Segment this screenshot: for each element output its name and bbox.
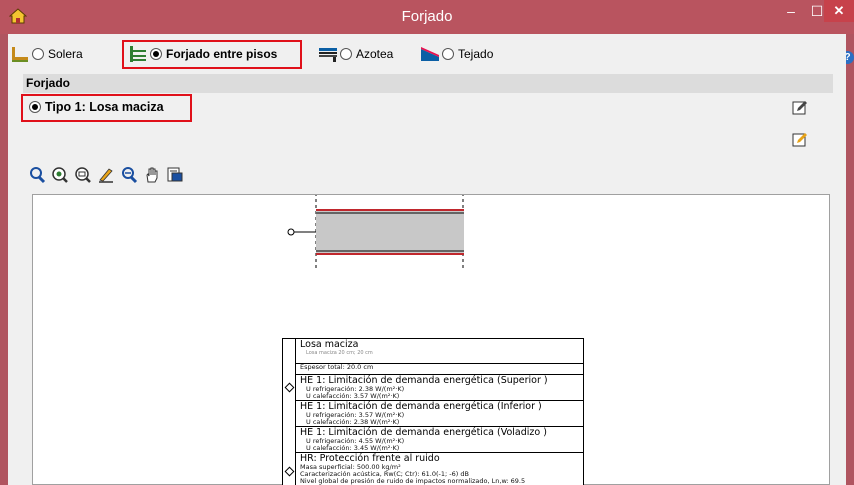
radio-solera[interactable] xyxy=(32,48,44,60)
pan-zoom-icon[interactable] xyxy=(120,166,138,184)
legend-subtitle: Losa maciza 20 cm; 20 cm xyxy=(306,350,373,356)
option-azotea[interactable]: Azotea xyxy=(318,44,393,64)
slab-node-marker xyxy=(287,228,295,236)
title-bar[interactable]: Forjado – ☐ ✕ xyxy=(0,0,854,34)
slab-legend-table: Losa maciza Losa maciza 20 cm; 20 cm Esp… xyxy=(282,338,584,485)
section-title: Forjado xyxy=(23,74,833,93)
radio-azotea[interactable] xyxy=(340,48,352,60)
option-tejado-label: Tejado xyxy=(458,47,494,61)
hand-pan-icon[interactable] xyxy=(143,166,161,184)
highlight-box-tipo xyxy=(21,94,192,122)
option-solera-label: Solera xyxy=(48,47,83,61)
window: Forjado – ☐ ✕ ? Solera Forjado entre pis… xyxy=(0,0,854,485)
legend-espesor: Espesor total: 20.0 cm xyxy=(300,364,374,371)
preview-canvas[interactable]: Losa maciza Losa maciza 20 cm; 20 cm Esp… xyxy=(32,194,830,485)
slab-body xyxy=(316,210,464,254)
pencil-edit-icon[interactable] xyxy=(792,100,808,116)
zoom-window-icon[interactable] xyxy=(74,166,92,184)
legend-line: U calefacción: 3.57 W/(m²·K) xyxy=(306,392,400,400)
measure-icon[interactable] xyxy=(97,166,115,184)
dialog-body: Solera Forjado entre pisos Azotea Tejado… xyxy=(8,34,846,485)
legend-line: Nivel global de presión de ruido de impa… xyxy=(300,477,526,485)
zoom-icon[interactable] xyxy=(28,166,46,184)
legend-section: HE 1: Limitación de demanda energética (… xyxy=(296,375,583,401)
legend-gutter xyxy=(283,339,296,485)
legend-section: HR: Protección frente al ruido Masa supe… xyxy=(296,453,583,485)
ground-slab-icon xyxy=(12,47,28,62)
legend-espesor-row: Espesor total: 20.0 cm xyxy=(296,364,583,375)
view-toolbar xyxy=(28,164,184,186)
legend-title-row: Losa maciza Losa maciza 20 cm; 20 cm xyxy=(296,339,583,364)
option-tejado[interactable]: Tejado xyxy=(420,44,493,64)
print-icon[interactable] xyxy=(166,166,184,184)
radio-tejado[interactable] xyxy=(442,48,454,60)
roof-terrace-icon xyxy=(319,48,337,62)
zoom-extents-icon[interactable] xyxy=(51,166,69,184)
highlight-box-forjado xyxy=(122,40,302,69)
legend-line: U calefacción: 2.38 W/(m²·K) xyxy=(306,418,400,426)
minimize-button[interactable]: – xyxy=(778,0,804,22)
legend-section: HE 1: Limitación de demanda energética (… xyxy=(296,401,583,427)
legend-title: Losa maciza xyxy=(300,339,359,350)
floor-type-options: Solera Forjado entre pisos Azotea Tejado xyxy=(8,34,846,74)
pencil-edit-icon-2[interactable] xyxy=(792,132,808,148)
option-solera[interactable]: Solera xyxy=(10,44,83,64)
window-title: Forjado xyxy=(401,8,453,25)
pitched-roof-icon xyxy=(421,47,439,61)
legend-section: HE 1: Limitación de demanda energética (… xyxy=(296,427,583,453)
option-azotea-label: Azotea xyxy=(356,47,394,61)
legend-line: U calefacción: 3.45 W/(m²·K) xyxy=(306,444,400,452)
close-button[interactable]: ✕ xyxy=(824,0,854,22)
